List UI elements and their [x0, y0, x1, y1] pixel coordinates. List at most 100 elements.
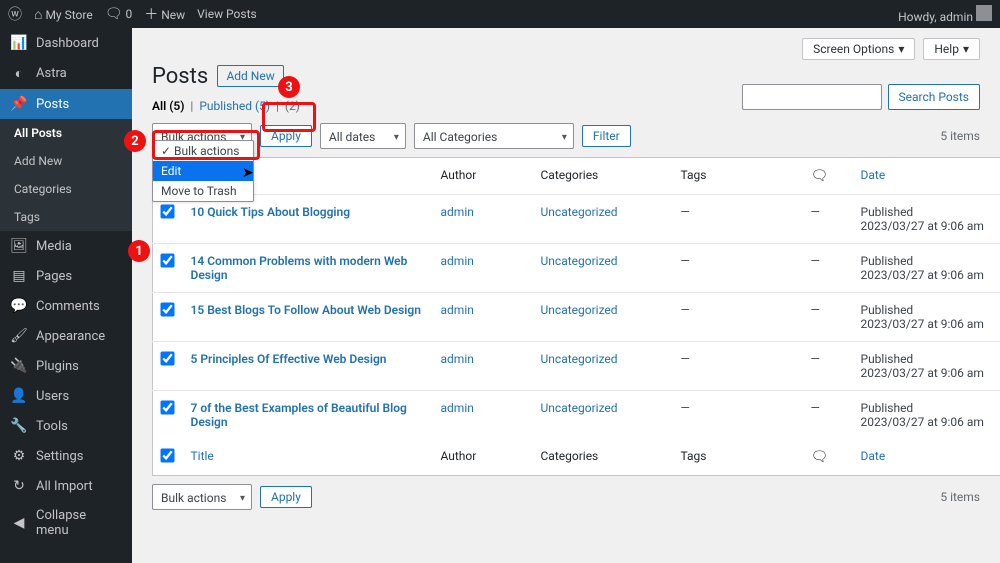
col-categories[interactable]: Categories: [533, 158, 673, 195]
col-date[interactable]: Date: [853, 439, 1000, 476]
author-link[interactable]: admin: [441, 352, 474, 366]
author-link[interactable]: admin: [441, 401, 474, 415]
comments-link[interactable]: 🗨 0: [105, 6, 133, 22]
row-checkbox[interactable]: [161, 400, 175, 414]
items-count: 5 items: [940, 129, 980, 143]
bulk-option-trash[interactable]: Move to Trash: [153, 181, 253, 201]
row-checkbox[interactable]: [161, 253, 175, 267]
annotation-callout-3: 3: [278, 76, 300, 98]
bulk-option-bulk[interactable]: Bulk actions: [153, 141, 253, 161]
post-title-link[interactable]: 14 Common Problems with modern Web Desig…: [191, 254, 408, 282]
post-title-link[interactable]: 10 Quick Tips About Blogging: [191, 205, 351, 219]
comments-cell: —: [803, 391, 853, 440]
sidebar-item-label: All Import: [36, 479, 93, 494]
comment-icon: 🗨: [105, 6, 123, 22]
sidebar-item-comments[interactable]: 💬Comments: [0, 291, 132, 321]
add-new-button[interactable]: Add New: [217, 65, 283, 87]
sidebar-item-astra[interactable]: ◐Astra: [0, 58, 132, 89]
search-button[interactable]: Search Posts: [888, 84, 981, 110]
bulk-actions-select-bottom[interactable]: Bulk actions: [152, 484, 252, 510]
menu-icon: 📌: [10, 96, 28, 112]
comments-cell: —: [803, 293, 853, 342]
sidebar-item-pages[interactable]: ▤Pages: [0, 261, 132, 291]
sidebar-item-collapse-menu[interactable]: ◀ Collapse menu: [0, 501, 132, 545]
author-link[interactable]: admin: [441, 205, 474, 219]
category-link[interactable]: Uncategorized: [541, 205, 618, 219]
post-title-link[interactable]: 7 of the Best Examples of Beautiful Blog…: [191, 401, 407, 429]
row-checkbox[interactable]: [161, 204, 175, 218]
howdy-link[interactable]: Howdy, admin: [898, 5, 992, 24]
menu-icon: ⚙: [10, 448, 28, 464]
col-tags[interactable]: Tags: [673, 439, 803, 476]
filter-published[interactable]: Published (5): [199, 99, 270, 113]
category-link[interactable]: Uncategorized: [541, 254, 618, 268]
sidebar-item-label: Add New: [14, 154, 62, 168]
tags-cell: —: [673, 244, 803, 293]
filter-button[interactable]: Filter: [582, 125, 631, 147]
sidebar-item-settings[interactable]: ⚙ Settings: [0, 441, 132, 471]
date-filter-select[interactable]: All dates: [320, 123, 406, 149]
post-title-link[interactable]: 5 Principles Of Effective Web Design: [191, 352, 387, 366]
col-author[interactable]: Author: [433, 158, 533, 195]
row-checkbox[interactable]: [161, 351, 175, 365]
author-link[interactable]: admin: [441, 254, 474, 268]
category-link[interactable]: Uncategorized: [541, 303, 618, 317]
category-filter-select[interactable]: All Categories: [414, 123, 574, 149]
screen-options-button[interactable]: Screen Options ▾: [802, 38, 915, 60]
sidebar-item-users[interactable]: 👤Users: [0, 381, 132, 411]
date-cell: Published2023/03/27 at 9:06 am: [853, 195, 1000, 244]
table-row: 5 Principles Of Effective Web Design admi…: [153, 342, 1000, 391]
sidebar-item-all-import[interactable]: ↻All Import: [0, 471, 132, 501]
category-link[interactable]: Uncategorized: [541, 401, 618, 415]
search-input[interactable]: [742, 84, 882, 110]
sidebar-item-dashboard[interactable]: 📊Dashboard: [0, 28, 132, 58]
sidebar-item-tools[interactable]: 🔧 Tools: [0, 411, 132, 441]
table-row: 15 Best Blogs To Follow About Web Design…: [153, 293, 1000, 342]
col-tags[interactable]: Tags: [673, 158, 803, 195]
sidebar-item-label: Appearance: [36, 329, 105, 344]
date-cell: Published2023/03/27 at 9:06 am: [853, 293, 1000, 342]
site-name: My Store: [45, 8, 92, 22]
menu-icon: 📊: [10, 35, 28, 51]
apply-button-bottom[interactable]: Apply: [260, 486, 312, 508]
col-title[interactable]: Title: [183, 439, 433, 476]
sidebar-item-plugins[interactable]: 🔌Plugins: [0, 351, 132, 381]
date-cell: Published2023/03/27 at 9:06 am: [853, 342, 1000, 391]
apply-button[interactable]: Apply: [260, 125, 312, 147]
sidebar-item-label: Tools: [36, 419, 68, 434]
sidebar-item-label: Settings: [36, 449, 83, 464]
new-content-link[interactable]: ＋ New: [144, 4, 185, 24]
menu-icon: 🖌: [10, 328, 28, 344]
col-categories[interactable]: Categories: [533, 439, 673, 476]
sidebar-item-posts[interactable]: 📌Posts: [0, 89, 132, 119]
sidebar-item-media[interactable]: 🖼Media: [0, 231, 132, 261]
select-all-checkbox-bottom[interactable]: [161, 448, 175, 462]
annotation-callout-1: 1: [128, 240, 150, 262]
table-row: 7 of the Best Examples of Beautiful Blog…: [153, 391, 1000, 440]
filter-trash[interactable]: (2): [285, 99, 300, 113]
post-title-link[interactable]: 15 Best Blogs To Follow About Web Design: [191, 303, 421, 317]
filter-all[interactable]: All (5): [152, 99, 184, 113]
help-button[interactable]: Help ▾: [923, 38, 980, 60]
tags-cell: —: [673, 293, 803, 342]
col-date[interactable]: Date: [853, 158, 1000, 195]
menu-icon: ◀: [10, 515, 28, 531]
comments-cell: —: [803, 244, 853, 293]
wordpress-logo-icon[interactable]: ⓦ: [8, 4, 22, 24]
sidebar-item-appearance[interactable]: 🖌 Appearance: [0, 321, 132, 351]
menu-icon: 🔧: [10, 418, 28, 434]
row-checkbox[interactable]: [161, 302, 175, 316]
sidebar-item-categories[interactable]: Categories: [0, 175, 132, 203]
site-home-link[interactable]: ⌂ My Store: [34, 6, 93, 23]
view-posts-link[interactable]: View Posts: [197, 7, 257, 21]
admin-sidebar: 📊Dashboard◐Astra📌PostsAll Posts Add New Ca…: [0, 28, 132, 563]
category-link[interactable]: Uncategorized: [541, 352, 618, 366]
sidebar-item-label: Collapse menu: [36, 508, 122, 538]
bulk-option-edit[interactable]: Edit: [153, 161, 253, 181]
sidebar-item-all-posts[interactable]: All Posts: [0, 119, 132, 147]
col-author[interactable]: Author: [433, 439, 533, 476]
sidebar-item-add-new[interactable]: Add New: [0, 147, 132, 175]
author-link[interactable]: admin: [441, 303, 474, 317]
sidebar-item-tags[interactable]: Tags: [0, 203, 132, 231]
sidebar-item-label: Tags: [14, 210, 40, 224]
